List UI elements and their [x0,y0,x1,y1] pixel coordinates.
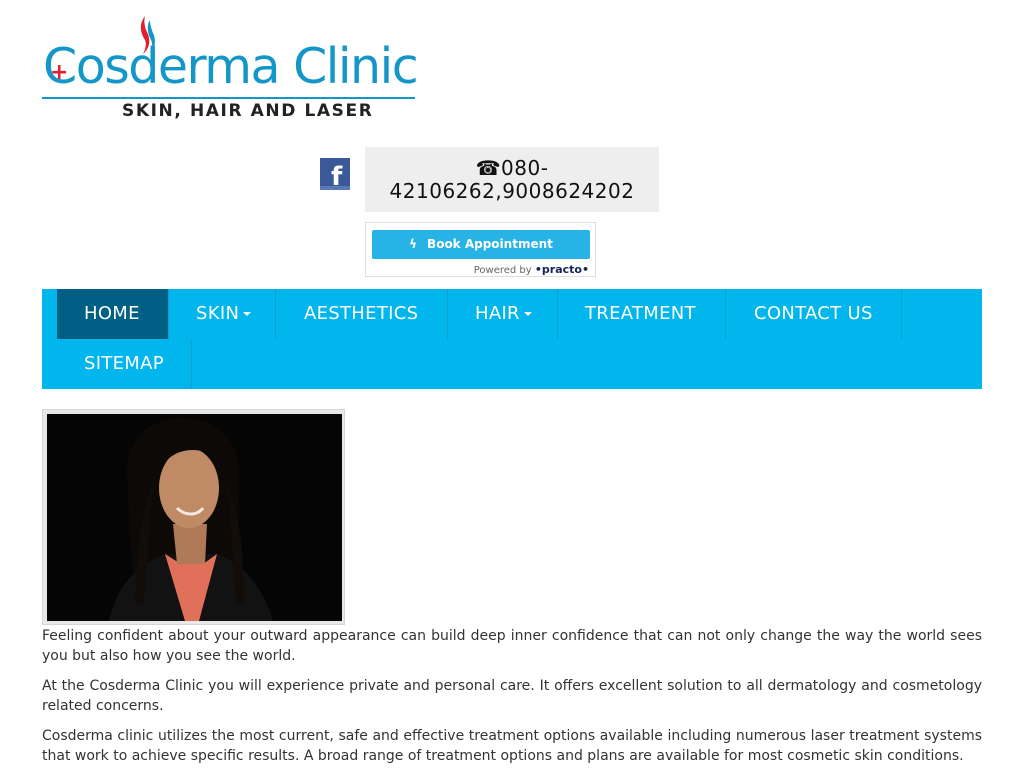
lightning-icon: ϟ [409,237,418,251]
powered-by-practo: Powered by •practo• [474,263,589,276]
nav-item-aesthetics[interactable]: AESTHETICS [277,289,448,339]
phone-icon: ☎ [475,156,502,180]
logo-divider [42,97,415,99]
nav-item-home[interactable]: HOME [57,289,169,339]
nav-item-label: SKIN [196,303,240,324]
main-nav: HOME SKIN AESTHETICS HAIR TREATMENT CONT… [42,289,982,389]
logo-cross-icon: + [50,60,69,85]
caret-down-icon [243,312,252,316]
book-appointment-label: Book Appointment [427,237,553,251]
caret-down-icon [523,312,532,316]
book-appointment-button[interactable]: ϟ Book Appointment [372,230,590,259]
nav-item-hair[interactable]: HAIR [448,289,558,339]
nav-item-label: SITEMAP [84,353,164,374]
nav-item-label: CONTACT US [754,303,873,324]
nav-item-contact-us[interactable]: CONTACT US [727,289,902,339]
intro-paragraph: Cosderma clinic utilizes the most curren… [42,728,982,764]
practo-widget: ϟ Book Appointment Powered by •practo• [365,222,596,277]
nav-item-label: TREATMENT [585,303,696,324]
powered-by-label: Powered by [473,265,532,276]
doctor-photo [47,414,342,621]
intro-paragraph: At the Cosderma Clinic you will experien… [42,678,982,714]
nav-item-skin[interactable]: SKIN [169,289,276,339]
logo-tagline: SKIN, HAIR AND LASER [122,101,374,121]
practo-logo: •practo• [534,263,589,276]
nav-item-treatment[interactable]: TREATMENT [558,289,726,339]
phone-contact-box: ☎080-42106262,9008624202 [365,147,659,212]
facebook-icon-strip [320,186,350,190]
nav-item-sitemap[interactable]: SITEMAP [57,339,192,389]
intro-content: Feeling confident about your outward app… [42,626,982,776]
doctor-photo-frame [42,409,345,625]
nav-item-label: HOME [84,303,140,324]
nav-item-label: HAIR [475,303,520,324]
nav-item-label: AESTHETICS [304,303,419,324]
phone-number: 080-42106262,9008624202 [389,156,635,203]
logo-title[interactable]: Cosderma Clinic [43,42,419,91]
facebook-icon[interactable]: f [320,158,350,190]
intro-paragraph: Feeling confident about your outward app… [42,628,982,664]
